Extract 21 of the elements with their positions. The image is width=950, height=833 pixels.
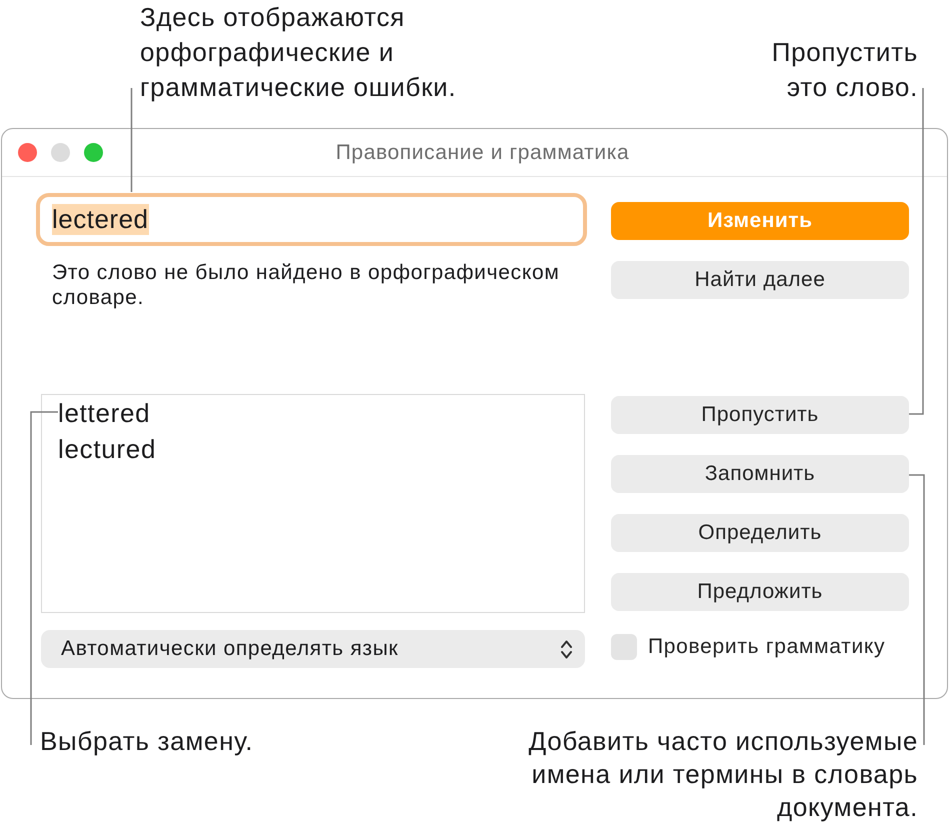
word-field[interactable]: lectered (36, 193, 587, 246)
action-button[interactable]: Найти далее (611, 261, 909, 299)
callout-text: Здесь отображаются орфографические и грамматические ошибки. (140, 1, 456, 104)
callout-text: Выбрать замену. (40, 725, 254, 758)
window-zoom-button[interactable] (84, 143, 103, 162)
callout-text: Добавить часто используемые имена или термины в словарь документа. (528, 725, 918, 824)
suggestion-item[interactable]: lectured (58, 431, 156, 467)
language-popup[interactable]: Автоматически определять язык (41, 630, 585, 668)
action-button[interactable]: Определить (611, 514, 909, 552)
checkbox-label[interactable]: Проверить грамматику (648, 635, 886, 659)
suggestion-item[interactable]: lettered (58, 395, 150, 431)
message-text: Это слово не было найдено в орфографическом словаре. (51, 260, 560, 310)
action-button[interactable]: Предложить (611, 573, 909, 611)
word-text: lectered (52, 204, 148, 235)
grammar-checkbox[interactable] (611, 634, 637, 660)
window-title: Правописание и грамматика (336, 140, 630, 164)
action-button[interactable]: Пропустить (611, 396, 909, 434)
callout-text: Пропустить это слово. (772, 36, 918, 104)
action-button[interactable]: Запомнить (611, 455, 909, 493)
window-close-button[interactable] (18, 143, 37, 162)
chevron-up-down-icon (561, 640, 572, 658)
